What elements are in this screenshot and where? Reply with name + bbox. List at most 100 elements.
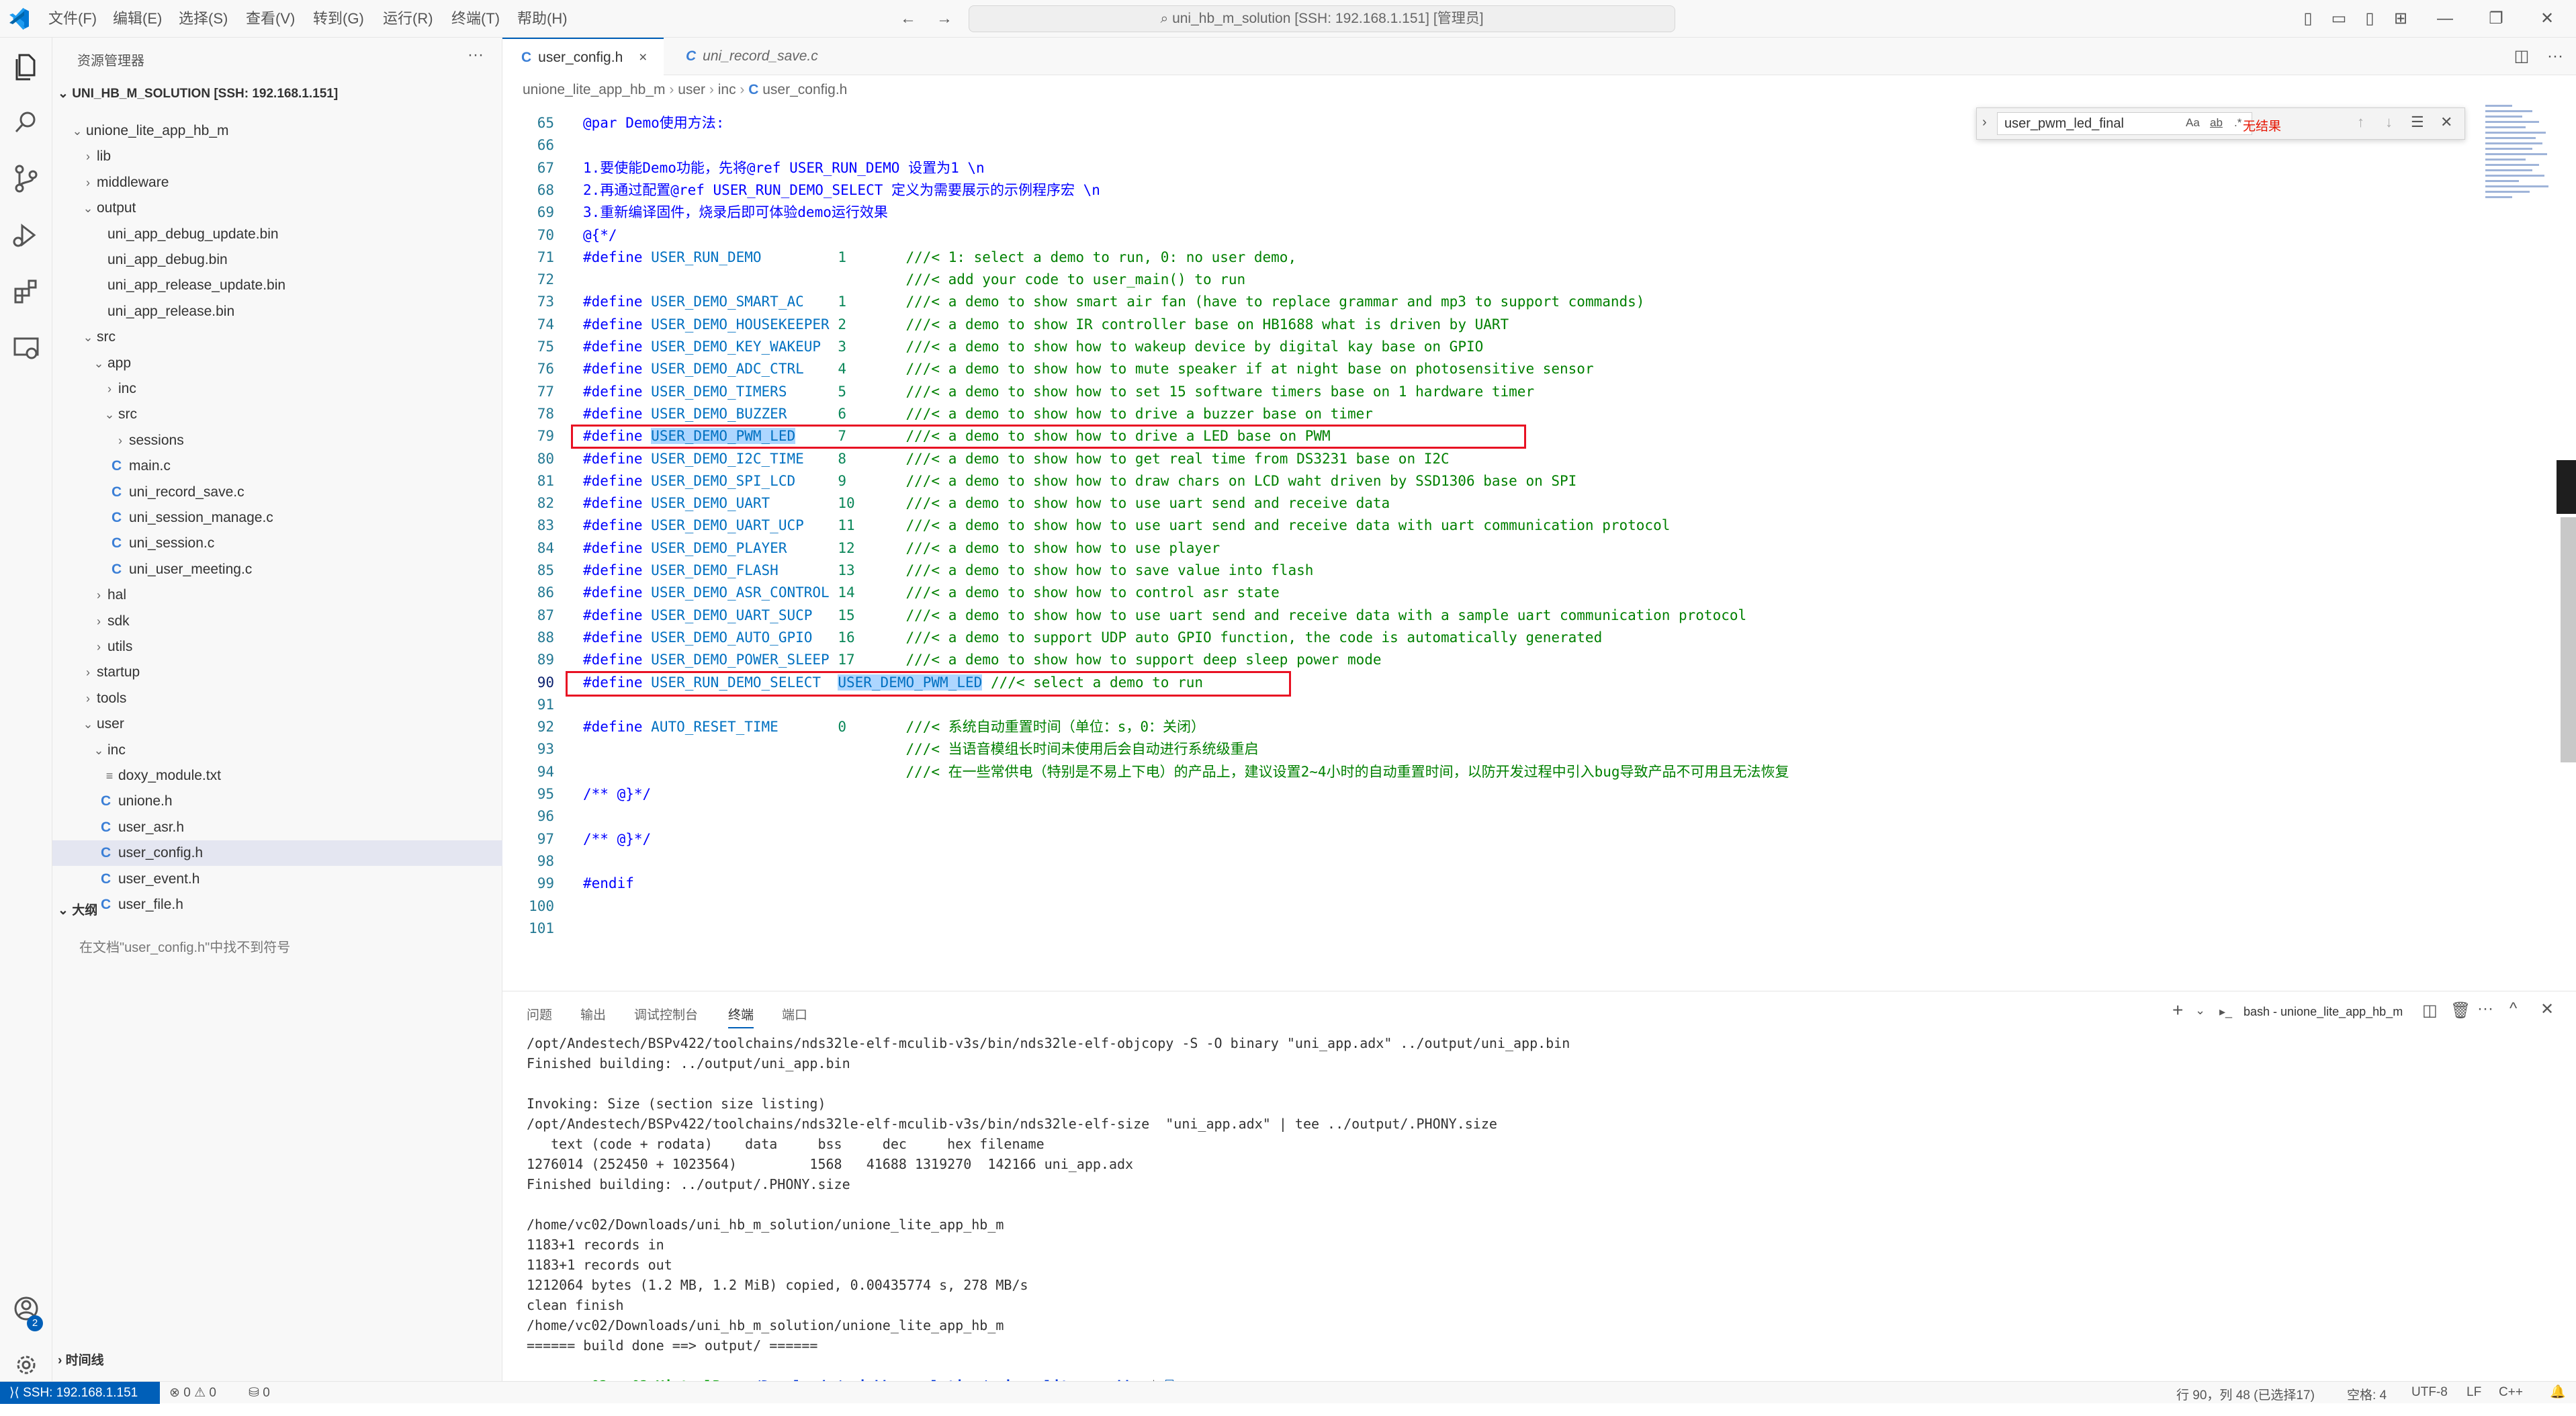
close-window-icon[interactable]: ✕ [2536, 8, 2558, 30]
terminal-prompt[interactable]: ○ vc02@vc02-VirtualBox:~/Downloads/uni_h… [527, 1356, 1174, 1395]
tree-item[interactable]: › sdk [52, 609, 502, 634]
vertical-scrollbar[interactable] [2561, 517, 2576, 762]
tree-item[interactable]: Cuni_user_meeting.c [52, 557, 502, 582]
tab-uni-record-save[interactable]: Cuni_record_save.c [667, 38, 848, 75]
tree-item[interactable]: ⌄ user [52, 711, 502, 737]
ports-indicator[interactable]: ⛁ 0 [249, 1385, 270, 1401]
tree-item[interactable]: › lib [52, 144, 502, 169]
encoding[interactable]: UTF-8 [2411, 1385, 2448, 1400]
next-match-icon[interactable]: ↓ [2385, 114, 2393, 131]
overview-ruler-thumb[interactable] [2557, 460, 2576, 514]
tree-item[interactable]: ⌄ app [52, 351, 502, 376]
tree-item[interactable]: › tools [52, 686, 502, 711]
toggle-panel-icon[interactable]: ▭ [2328, 8, 2350, 30]
timeline-header[interactable]: › 时间线 [58, 1349, 104, 1373]
terminal-name[interactable]: bash - unione_lite_app_hb_m [2244, 1005, 2403, 1019]
remote-indicator[interactable]: ⟩⟨ SSH: 192.168.1.151 [0, 1382, 160, 1404]
tree-item[interactable]: › utils [52, 634, 502, 660]
tree-item[interactable]: Cuni_record_save.c [52, 480, 502, 505]
menu-item[interactable]: 选择(S) [179, 0, 228, 38]
end-of-line[interactable]: LF [2467, 1385, 2481, 1400]
notifications-icon[interactable]: 🔔 [2550, 1384, 2566, 1400]
find-input[interactable]: user_pwm_led_final Aa ab .* [1997, 112, 2252, 135]
tree-item[interactable]: Cuni_session_manage.c [52, 505, 502, 531]
match-whole-word-icon[interactable]: ab [2210, 116, 2223, 130]
more-actions-icon[interactable]: ··· [2544, 46, 2566, 67]
tree-item[interactable]: › middleware [52, 170, 502, 195]
menu-item[interactable]: 编辑(E) [113, 0, 162, 38]
tree-item[interactable]: ⌄ output [52, 195, 502, 221]
outline-header[interactable]: ⌄ 大纲 [58, 899, 97, 923]
previous-match-icon[interactable]: ↑ [2357, 114, 2364, 131]
more-actions-icon[interactable]: ··· [2477, 1000, 2493, 1018]
tree-item[interactable]: uni_app_release_update.bin [52, 273, 502, 298]
toggle-sidebar-icon[interactable]: ▯ [2297, 8, 2319, 30]
tree-item[interactable]: ⌄ src [52, 324, 502, 350]
language-mode[interactable]: C++ [2499, 1385, 2523, 1400]
workspace-root[interactable]: ⌄ UNI_HB_M_SOLUTION [SSH: 192.168.1.151] [58, 82, 338, 106]
tree-item[interactable]: ⌄ unione_lite_app_hb_m [52, 118, 502, 144]
restore-window-icon[interactable]: ❐ [2485, 8, 2507, 30]
menu-item[interactable]: 终端(T) [451, 0, 500, 38]
tab-output[interactable]: 输出 [580, 1005, 606, 1023]
menu-item[interactable]: 帮助(H) [517, 0, 568, 38]
match-case-icon[interactable]: Aa [2186, 116, 2200, 130]
menu-item[interactable]: 文件(F) [48, 0, 97, 38]
tree-item[interactable]: ≡ doxy_module.txt [52, 763, 502, 789]
trash-icon[interactable]: 🗑 [2450, 1001, 2471, 1020]
tree-item[interactable]: uni_app_debug_update.bin [52, 222, 502, 247]
close-icon[interactable]: × [639, 50, 647, 65]
menu-item[interactable]: 转到(G) [313, 0, 364, 38]
more-actions-icon[interactable]: ··· [468, 46, 484, 64]
source-control-icon[interactable] [9, 161, 44, 196]
tab-debug-console[interactable]: 调试控制台 [634, 1005, 698, 1023]
remote-explorer-icon[interactable] [9, 330, 44, 365]
tree-item[interactable]: uni_app_debug.bin [52, 247, 502, 273]
tab-ports[interactable]: 端口 [782, 1005, 807, 1023]
maximize-panel-icon[interactable]: ^ [2510, 1000, 2517, 1018]
tree-item[interactable]: Cuser_file.h [52, 892, 502, 918]
tree-item[interactable]: Cuser_config.h [52, 840, 502, 867]
split-terminal-icon[interactable]: ◫ [2422, 1001, 2438, 1020]
explorer-icon[interactable] [9, 48, 44, 83]
tree-item[interactable]: › startup [52, 660, 502, 685]
tab-user-config[interactable]: Cuser_config.h × [502, 38, 664, 75]
tab-problems[interactable]: 问题 [527, 1005, 552, 1023]
tree-item[interactable]: uni_app_release.bin [52, 299, 502, 324]
regex-icon[interactable]: .* [2234, 116, 2241, 130]
cursor-position[interactable]: 行 90，列 48 (已选择17) [2176, 1385, 2315, 1403]
split-editor-icon[interactable]: ◫ [2511, 46, 2532, 67]
tree-item[interactable]: ⌄ src [52, 402, 502, 427]
customize-layout-icon[interactable]: ⊞ [2390, 8, 2411, 30]
chevron-down-icon[interactable]: ⌄ [2195, 1004, 2205, 1018]
indentation[interactable]: 空格: 4 [2347, 1385, 2387, 1403]
code-editor[interactable]: 65 @par Demo使用方法: 66 67 1.要使能Demo功能，先将@ref U… [502, 94, 2518, 991]
tree-item[interactable]: Cunione.h [52, 789, 502, 814]
gear-icon[interactable] [9, 1347, 44, 1382]
minimize-window-icon[interactable]: — [2434, 8, 2456, 30]
tree-item[interactable]: › sessions [52, 428, 502, 453]
toggle-replace-icon[interactable]: › [1982, 115, 1987, 130]
minimap[interactable] [2485, 101, 2552, 302]
tree-item[interactable]: › inc [52, 376, 502, 402]
menu-item[interactable]: 查看(V) [246, 0, 295, 38]
new-terminal-icon[interactable]: + [2172, 1000, 2183, 1021]
tree-item[interactable]: Cuser_asr.h [52, 815, 502, 840]
tab-terminal[interactable]: 终端 [728, 1005, 754, 1028]
close-icon[interactable]: ✕ [2540, 1000, 2554, 1019]
command-center[interactable]: ⌕ uni_hb_m_solution [SSH: 192.168.1.151]… [969, 5, 1675, 32]
search-icon[interactable] [9, 105, 44, 140]
back-arrow-icon[interactable]: ← [897, 8, 919, 30]
tree-item[interactable]: Cuser_event.h [52, 867, 502, 892]
extensions-icon[interactable] [9, 274, 44, 309]
tree-item[interactable]: › hal [52, 582, 502, 608]
find-in-selection-icon[interactable]: ☰ [2411, 114, 2424, 131]
tree-item[interactable]: Cuni_session.c [52, 531, 502, 556]
problems-indicator[interactable]: ⊗ 0 ⚠ 0 [169, 1385, 216, 1401]
tree-item[interactable]: ⌄ inc [52, 738, 502, 763]
menu-item[interactable]: 运行(R) [383, 0, 433, 38]
forward-arrow-icon[interactable]: → [934, 8, 955, 30]
close-icon[interactable]: ✕ [2440, 114, 2452, 131]
run-debug-icon[interactable] [9, 218, 44, 253]
tree-item[interactable]: Cmain.c [52, 453, 502, 479]
